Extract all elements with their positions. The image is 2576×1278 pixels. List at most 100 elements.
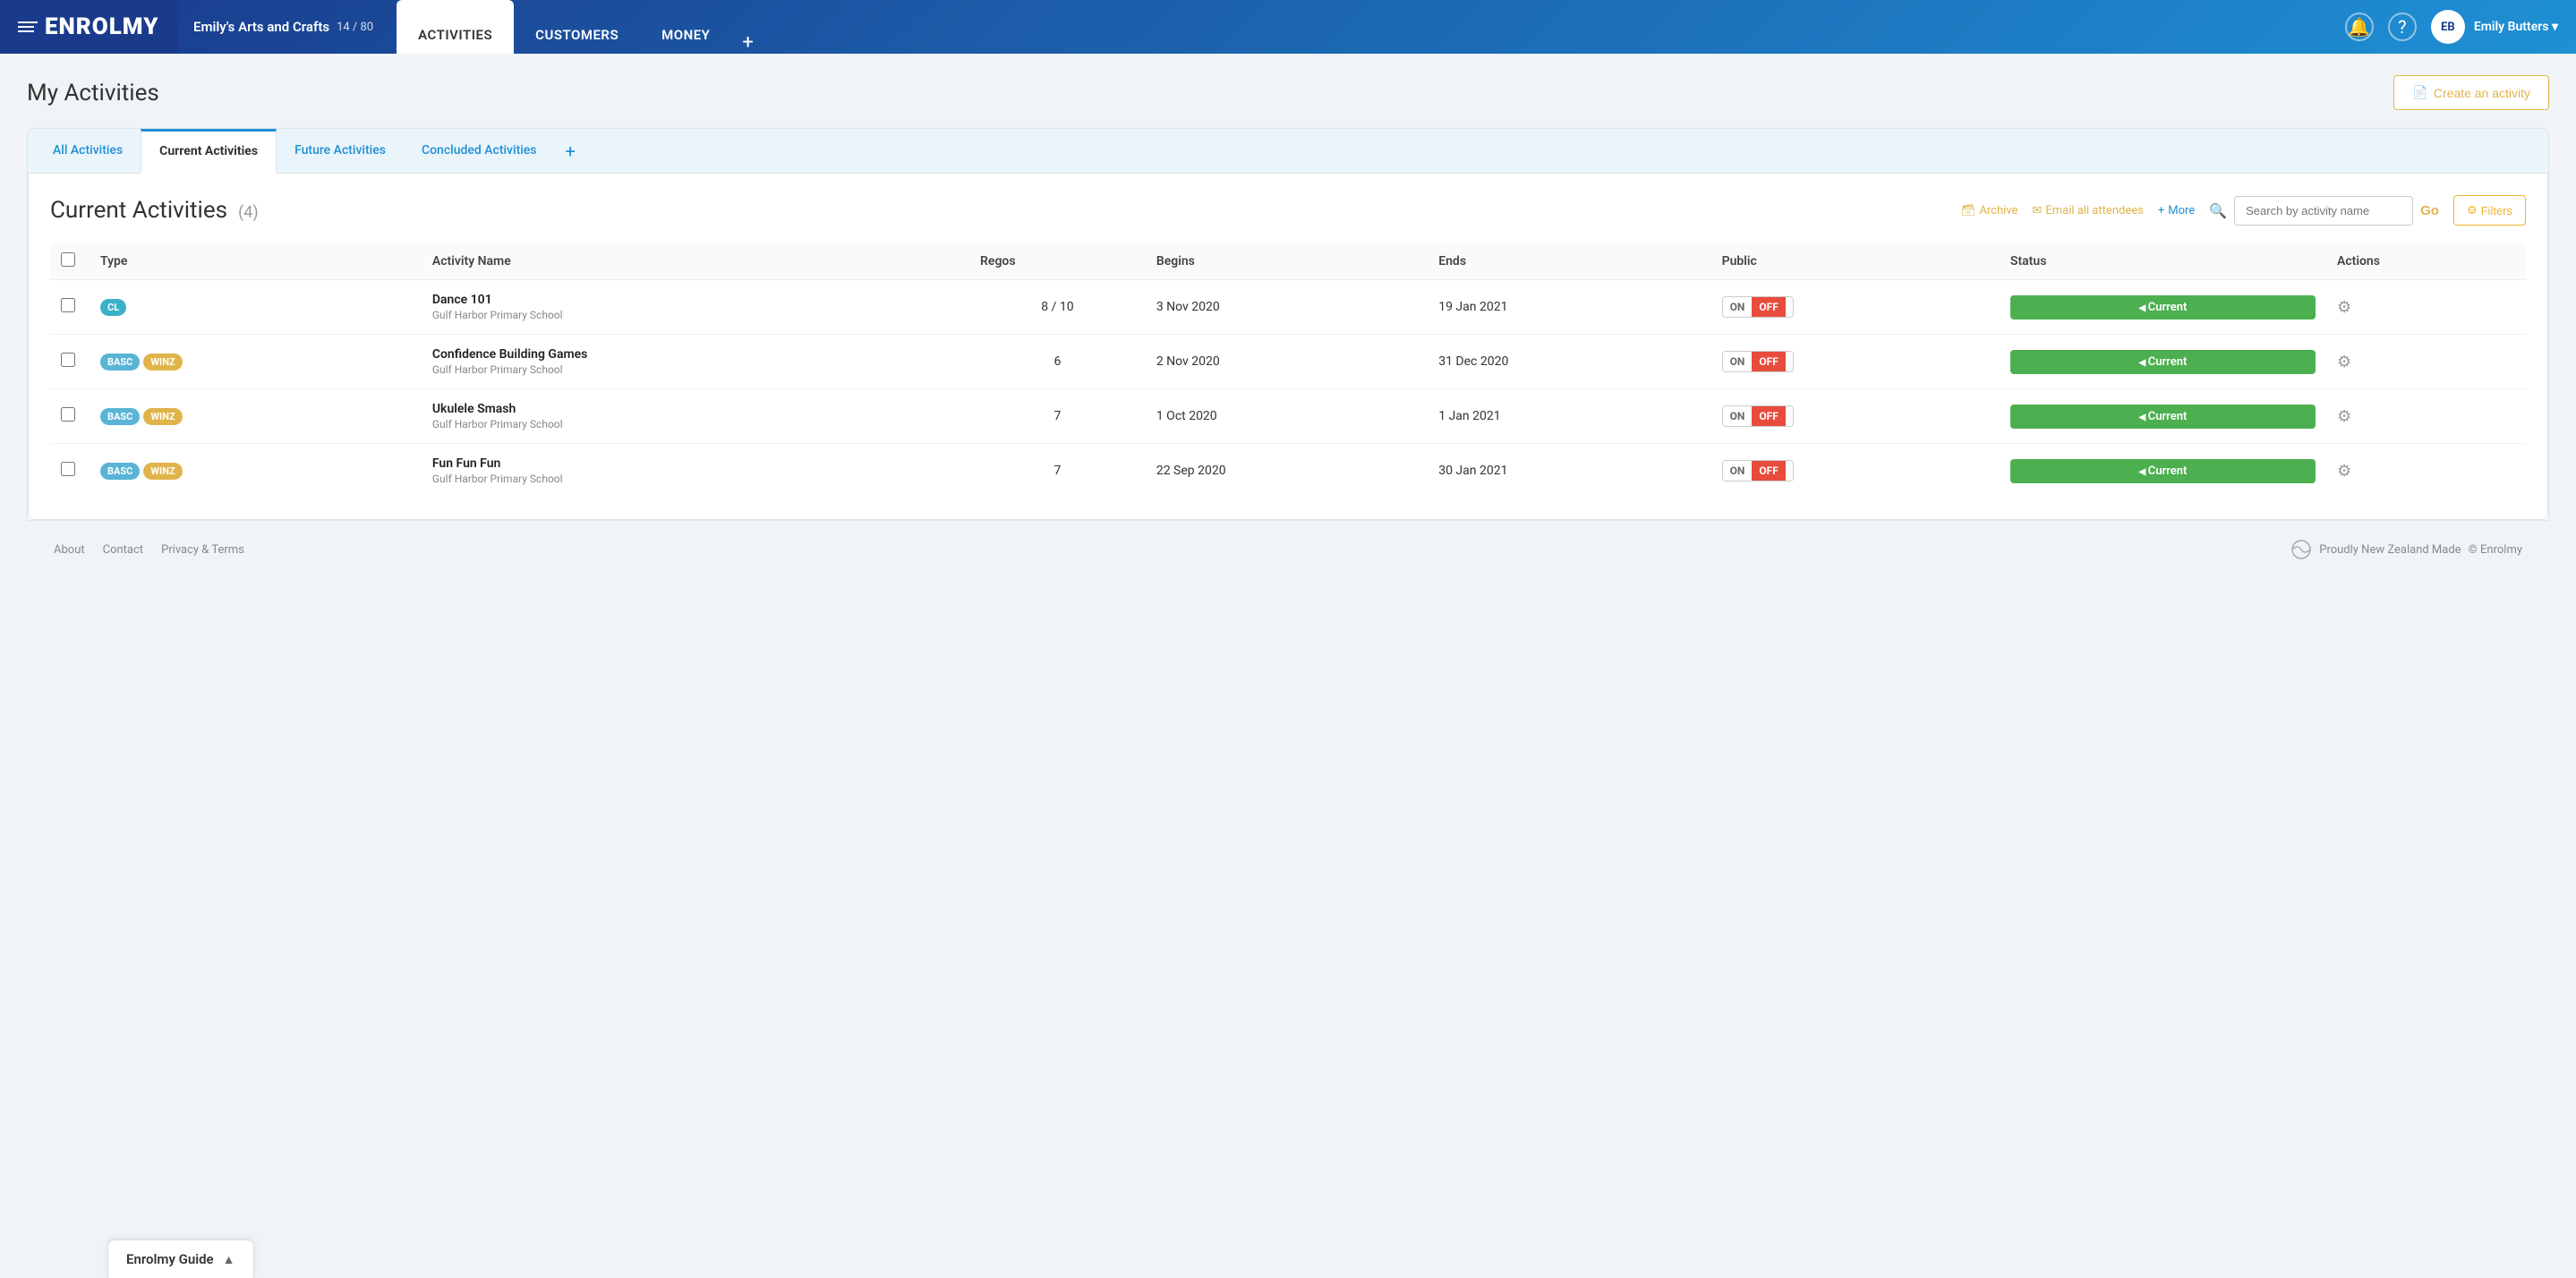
row-ends: 31 Dec 2020 <box>1428 335 1710 389</box>
tab-current-activities[interactable]: Current Activities <box>141 129 277 174</box>
enrolmy-guide-widget[interactable]: Enrolmy Guide ▲ <box>107 1240 254 1278</box>
section-title-area: Current Activities (4) <box>50 197 259 224</box>
col-activity-name: Activity Name <box>422 243 969 280</box>
tab-concluded-activities[interactable]: Concluded Activities <box>404 131 555 173</box>
row-public: ON OFF <box>1711 280 2000 335</box>
section-actions: 🗃 Archive ✉ Email all attendees + More 🔍 <box>1961 195 2526 226</box>
public-toggle[interactable]: ON OFF <box>1722 296 1794 318</box>
footer-contact[interactable]: Contact <box>103 543 143 557</box>
badge-basc: BASC <box>100 354 140 371</box>
filters-button[interactable]: ⚙ Filters <box>2453 195 2526 226</box>
nav-tab-customers[interactable]: CUSTOMERS <box>514 0 640 54</box>
row-checkbox-1[interactable] <box>61 353 75 367</box>
page-header: My Activities 📄 Create an activity <box>27 75 2549 110</box>
toggle-off-label: OFF <box>1752 406 1785 426</box>
table-row: CL Dance 101 Gulf Harbor Primary School … <box>50 280 2526 335</box>
public-toggle[interactable]: ON OFF <box>1722 351 1794 372</box>
badge-winz: WINZ <box>143 408 182 425</box>
toggle-on-label: ON <box>1723 461 1753 481</box>
email-icon: ✉ <box>2032 204 2042 217</box>
nav-tab-money[interactable]: MONEY <box>640 0 731 54</box>
row-status: Current <box>2000 444 2326 498</box>
gear-icon[interactable]: ⚙ <box>2337 407 2351 426</box>
gear-icon[interactable]: ⚙ <box>2337 462 2351 481</box>
row-activity-name: Dance 101 Gulf Harbor Primary School <box>422 280 969 335</box>
logo-area: ENROLMY <box>0 0 179 54</box>
row-ends: 19 Jan 2021 <box>1428 280 1710 335</box>
status-badge: Current <box>2010 459 2316 483</box>
footer-about[interactable]: About <box>54 543 85 557</box>
row-checkbox-2[interactable] <box>61 407 75 422</box>
email-attendees-link[interactable]: ✉ Email all attendees <box>2032 204 2143 217</box>
go-button[interactable]: Go <box>2420 203 2439 218</box>
badge-cl: CL <box>100 299 126 316</box>
hamburger-icon[interactable] <box>18 21 38 32</box>
archive-link[interactable]: 🗃 Archive <box>1961 204 2018 217</box>
row-status: Current <box>2000 335 2326 389</box>
public-toggle[interactable]: ON OFF <box>1722 460 1794 481</box>
row-type: CL <box>90 280 422 335</box>
row-checkbox-cell <box>50 444 90 498</box>
row-checkbox-3[interactable] <box>61 462 75 476</box>
row-actions: ⚙ <box>2326 280 2526 335</box>
activity-name-text[interactable]: Dance 101 <box>432 293 959 307</box>
row-status: Current <box>2000 280 2326 335</box>
row-public: ON OFF <box>1711 389 2000 444</box>
tab-all-activities[interactable]: All Activities <box>35 131 141 173</box>
page-title: My Activities <box>27 80 159 106</box>
row-regos: 8 / 10 <box>969 280 1146 335</box>
header-right: 🔔 ? EB Emily Butters ▾ <box>2327 0 2576 54</box>
tab-bar: All Activities Current Activities Future… <box>28 129 2548 174</box>
notifications-icon[interactable]: 🔔 <box>2345 13 2374 41</box>
activities-table: Type Activity Name Regos Begins Ends Pub… <box>50 243 2526 498</box>
row-checkbox-0[interactable] <box>61 298 75 312</box>
table-row: BASCWINZ Fun Fun Fun Gulf Harbor Primary… <box>50 444 2526 498</box>
badge-winz: WINZ <box>143 354 182 371</box>
user-name: Emily Butters ▾ <box>2474 20 2558 34</box>
row-ends: 1 Jan 2021 <box>1428 389 1710 444</box>
row-begins: 2 Nov 2020 <box>1146 335 1428 389</box>
section-count: (4) <box>238 203 259 222</box>
activity-location: Gulf Harbor Primary School <box>432 418 959 430</box>
row-type: BASCWINZ <box>90 444 422 498</box>
more-link[interactable]: + More <box>2158 204 2195 217</box>
document-icon: 📄 <box>2412 85 2427 100</box>
nz-made-icon <box>2290 539 2312 560</box>
activity-location: Gulf Harbor Primary School <box>432 309 959 321</box>
col-type: Type <box>90 243 422 280</box>
chevron-up-icon: ▲ <box>223 1252 235 1267</box>
row-activity-name: Ukulele Smash Gulf Harbor Primary School <box>422 389 969 444</box>
nz-made-text: Proudly New Zealand Made <box>2319 543 2461 557</box>
row-begins: 1 Oct 2020 <box>1146 389 1428 444</box>
section-title: Current Activities <box>50 197 227 224</box>
main-content: My Activities 📄 Create an activity All A… <box>0 54 2576 600</box>
avatar: EB <box>2431 10 2465 44</box>
activity-name-text[interactable]: Confidence Building Games <box>432 347 959 362</box>
row-checkbox-cell <box>50 389 90 444</box>
tab-add-icon[interactable]: + <box>555 141 586 162</box>
copyright-text: © Enrolmy <box>2469 543 2522 557</box>
row-actions: ⚙ <box>2326 389 2526 444</box>
toggle-on-label: ON <box>1723 297 1753 317</box>
activity-name-text[interactable]: Ukulele Smash <box>432 402 959 416</box>
activity-name-text[interactable]: Fun Fun Fun <box>432 456 959 471</box>
nav-tab-add[interactable]: + <box>731 31 763 54</box>
user-menu[interactable]: EB Emily Butters ▾ <box>2431 10 2558 44</box>
gear-icon[interactable]: ⚙ <box>2337 298 2351 317</box>
row-begins: 22 Sep 2020 <box>1146 444 1428 498</box>
search-input[interactable] <box>2234 196 2413 226</box>
archive-icon: 🗃 <box>1961 204 1976 217</box>
create-activity-button[interactable]: 📄 Create an activity <box>2393 75 2549 110</box>
org-selector[interactable]: Emily's Arts and Crafts 14 / 80 <box>179 0 388 54</box>
help-icon[interactable]: ? <box>2388 13 2417 41</box>
select-all-checkbox[interactable] <box>61 252 75 267</box>
col-ends: Ends <box>1428 243 1710 280</box>
toggle-off-label: OFF <box>1752 297 1785 317</box>
nav-tab-activities[interactable]: ACTIVITIES <box>397 0 514 54</box>
table-row: BASCWINZ Confidence Building Games Gulf … <box>50 335 2526 389</box>
tab-future-activities[interactable]: Future Activities <box>277 131 404 173</box>
gear-icon[interactable]: ⚙ <box>2337 353 2351 371</box>
guide-label: Enrolmy Guide <box>126 1251 214 1267</box>
public-toggle[interactable]: ON OFF <box>1722 405 1794 427</box>
footer-privacy[interactable]: Privacy & Terms <box>161 543 244 557</box>
